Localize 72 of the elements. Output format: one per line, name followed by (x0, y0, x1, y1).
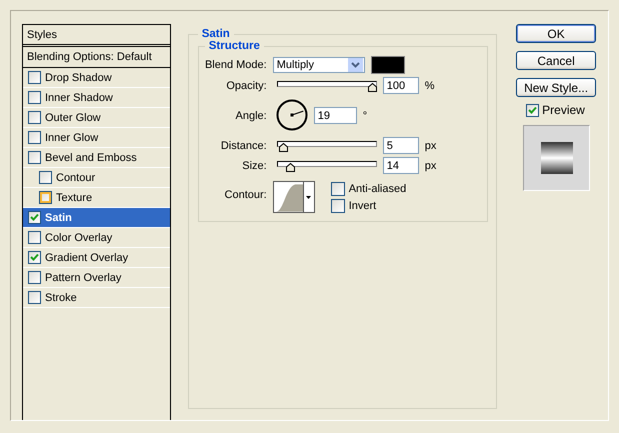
checkbox[interactable] (28, 211, 41, 224)
style-label: Inner Shadow (45, 92, 113, 104)
input-field[interactable]: 100 (382, 77, 419, 94)
style-item[interactable]: Drop Shadow (23, 68, 170, 88)
field-label: Angle: (234, 110, 267, 122)
dialog-button[interactable]: OK (516, 24, 596, 43)
style-item[interactable]: Gradient Overlay (23, 248, 170, 268)
style-label: Contour (56, 172, 96, 184)
unit-label: % (424, 80, 434, 92)
blend-mode-dropdown[interactable]: Multiply (272, 57, 365, 73)
style-item[interactable]: Inner Glow (23, 128, 170, 148)
style-item[interactable]: Color Overlay (23, 228, 170, 248)
input-field[interactable]: 14 (382, 157, 419, 174)
list-header: Styles (27, 28, 57, 40)
style-label: Texture (56, 192, 92, 204)
style-label: Color Overlay (45, 232, 112, 244)
field-label: Opacity: (225, 80, 267, 92)
checkbox[interactable] (28, 91, 41, 104)
style-label: Gradient Overlay (45, 252, 128, 264)
angle-dial[interactable] (276, 99, 308, 131)
field-label: Blend Mode: (204, 59, 267, 71)
slider[interactable] (276, 79, 377, 92)
checkbox[interactable] (28, 271, 41, 284)
checkbox[interactable] (28, 151, 41, 164)
unit-label: px (424, 140, 436, 152)
style-label: Bevel and Emboss (45, 152, 137, 164)
color-swatch[interactable] (370, 56, 405, 74)
style-label: Inner Glow (45, 132, 98, 144)
slider[interactable] (276, 139, 377, 152)
checkbox[interactable] (28, 71, 41, 84)
checkbox[interactable] (28, 111, 41, 124)
chevron-icon (350, 62, 360, 68)
input-field[interactable]: 5 (382, 137, 419, 154)
field-label: Size: (241, 160, 267, 172)
style-item[interactable]: Contour (23, 168, 170, 188)
checkbox[interactable] (526, 104, 540, 116)
style-label: Satin (45, 212, 72, 224)
style-item[interactable]: Outer Glow (23, 108, 170, 128)
style-item[interactable]: Stroke (23, 288, 170, 308)
blending-options-item[interactable]: Blending Options: Default (27, 51, 152, 63)
unit-label: ° (362, 110, 368, 122)
style-label: Stroke (45, 292, 77, 304)
contour-picker[interactable] (272, 181, 315, 213)
group-title: Structure (208, 40, 261, 52)
group-title: Satin (200, 28, 231, 40)
preview-label: Preview (542, 103, 585, 117)
checkbox[interactable] (39, 171, 52, 184)
style-label: Outer Glow (45, 112, 101, 124)
option-label: Anti-aliased (348, 182, 406, 194)
style-item[interactable]: Pattern Overlay (23, 268, 170, 288)
style-label: Drop Shadow (45, 72, 112, 84)
style-item[interactable]: Satin (23, 208, 170, 228)
checkbox[interactable] (28, 291, 41, 304)
input-field[interactable]: 19 (314, 107, 357, 124)
checkbox[interactable] (330, 198, 345, 212)
checkbox[interactable] (28, 231, 41, 244)
style-item[interactable]: Bevel and Emboss (23, 148, 170, 168)
dialog-button[interactable]: New Style... (516, 78, 596, 97)
style-label: Pattern Overlay (45, 272, 122, 284)
checkbox[interactable] (28, 251, 41, 264)
style-item[interactable]: Inner Shadow (23, 88, 170, 108)
checkbox[interactable] (39, 191, 52, 204)
caret-icon (306, 196, 312, 198)
checkbox[interactable] (28, 131, 41, 144)
slider[interactable] (276, 159, 377, 172)
checkbox[interactable] (330, 182, 345, 196)
dialog-button[interactable]: Cancel (516, 51, 596, 70)
field-label: Contour: (224, 189, 267, 201)
option-label: Invert (348, 200, 376, 212)
unit-label: px (424, 160, 436, 172)
style-preview-icon (540, 142, 573, 174)
field-label: Distance: (220, 140, 267, 152)
